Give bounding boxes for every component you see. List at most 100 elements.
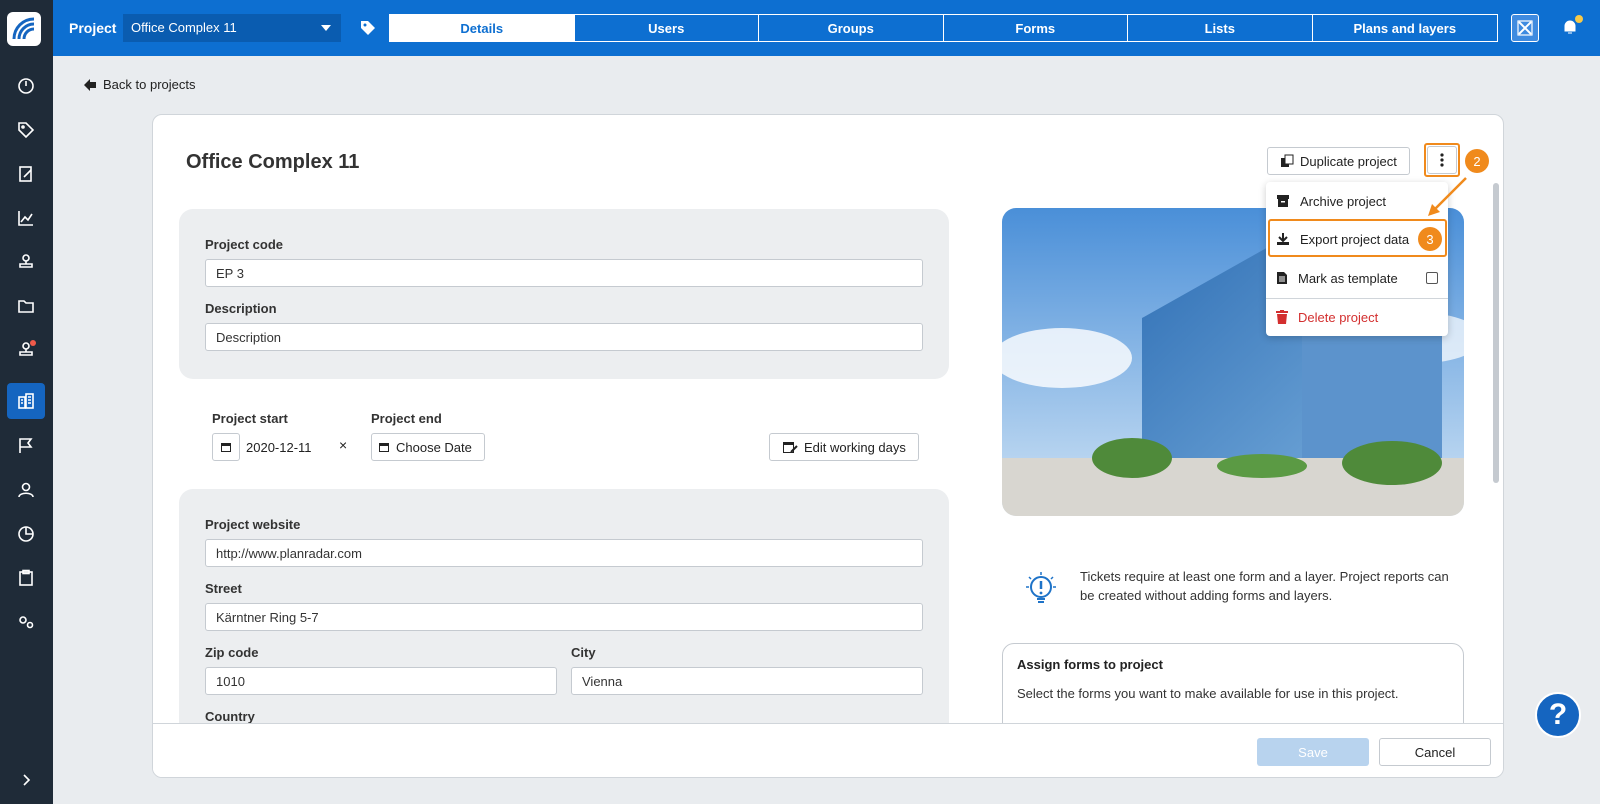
archive-project-label: Archive project	[1300, 193, 1386, 209]
back-to-projects-link[interactable]: Back to projects	[83, 77, 196, 92]
page-title: Office Complex 11	[186, 151, 360, 173]
flag-icon	[19, 438, 33, 453]
app-logo[interactable]	[7, 12, 41, 46]
country-label: Country	[205, 709, 255, 724]
duplicate-project-label: Duplicate project	[1300, 153, 1397, 169]
edit-working-days-label: Edit working days	[804, 439, 906, 455]
sidebar-item-projects[interactable]	[7, 383, 45, 419]
tab-users[interactable]: Users	[575, 15, 759, 41]
bell-notification-dot	[1575, 15, 1583, 23]
website-field[interactable]: http://www.planradar.com	[205, 539, 923, 567]
archive-icon	[1277, 195, 1289, 207]
sidebar-item-dashboard[interactable]	[7, 68, 45, 104]
edit-working-days-button[interactable]: Edit working days	[769, 433, 919, 461]
top-navigation-bar: Project Office Complex 11 Details Users …	[53, 0, 1600, 56]
calendar-edit-icon	[783, 442, 798, 453]
description-label: Description	[205, 301, 277, 316]
sidebar	[0, 0, 53, 804]
gauge-icon	[18, 78, 34, 94]
back-link-label: Back to projects	[103, 77, 196, 92]
step-3-badge: 3	[1418, 227, 1442, 251]
tab-plans-and-layers[interactable]: Plans and layers	[1313, 15, 1498, 41]
stamp-icon	[19, 254, 33, 268]
tag-icon	[18, 122, 35, 139]
buildings-icon	[18, 393, 34, 409]
save-button[interactable]: Save	[1257, 738, 1369, 766]
calendar-icon[interactable]	[212, 433, 240, 461]
sidebar-item-milestones[interactable]	[7, 428, 45, 464]
tab-forms[interactable]: Forms	[944, 15, 1128, 41]
project-select[interactable]: Office Complex 11	[123, 14, 341, 42]
form-footer: Save Cancel	[153, 723, 1503, 777]
tab-lists[interactable]: Lists	[1128, 15, 1313, 41]
sidebar-item-users[interactable]	[7, 472, 45, 508]
menu-item-delete-project[interactable]: Delete project	[1266, 298, 1448, 336]
assign-forms-title: Assign forms to project	[1017, 657, 1163, 672]
mark-as-template-checkbox[interactable]	[1426, 272, 1438, 284]
tools-button[interactable]	[1511, 14, 1539, 42]
project-start-value: 2020-12-11	[246, 439, 312, 455]
duplicate-project-button[interactable]: Duplicate project	[1267, 147, 1410, 175]
notification-dot	[30, 340, 36, 346]
pie-chart-icon	[18, 526, 34, 542]
tags-icon[interactable]	[359, 19, 377, 37]
delete-project-label: Delete project	[1298, 309, 1379, 325]
city-label: City	[571, 645, 596, 660]
sidebar-item-approvals-2[interactable]	[7, 332, 45, 368]
website-label: Project website	[205, 517, 301, 532]
sidebar-item-settings[interactable]	[7, 604, 45, 640]
project-start-field[interactable]: 2020-12-11	[212, 433, 332, 461]
planradar-logo-icon	[12, 17, 35, 40]
sidebar-expand-button[interactable]	[7, 762, 45, 798]
sidebar-item-statistics[interactable]	[7, 200, 45, 236]
project-start-label: Project start	[212, 411, 288, 426]
project-code-field[interactable]: EP 3	[205, 259, 923, 287]
chevron-right-icon	[23, 774, 31, 786]
forms-tip-text: Tickets require at least one form and a …	[1080, 569, 1449, 603]
cancel-button[interactable]: Cancel	[1379, 738, 1491, 766]
document-icon	[1277, 272, 1287, 284]
street-field[interactable]: Kärntner Ring 5-7	[205, 603, 923, 631]
chart-icon	[18, 211, 33, 226]
project-end-placeholder: Choose Date	[396, 439, 472, 455]
trash-icon	[1276, 310, 1288, 324]
user-icon	[18, 482, 34, 498]
sidebar-item-tickets[interactable]	[7, 112, 45, 148]
clipboard-icon	[19, 569, 33, 586]
lightbulb-icon	[1026, 572, 1056, 603]
help-button[interactable]: ?	[1535, 692, 1581, 738]
street-label: Street	[205, 581, 242, 596]
city-field[interactable]: Vienna	[571, 667, 923, 695]
assign-forms-description: Select the forms you want to make availa…	[1017, 686, 1399, 701]
project-code-label: Project code	[205, 237, 284, 252]
project-select-value: Office Complex 11	[131, 20, 237, 35]
description-field[interactable]: Description	[205, 323, 923, 351]
project-end-field[interactable]: Choose Date	[371, 433, 485, 461]
mark-as-template-label: Mark as template	[1298, 270, 1398, 286]
project-label: Project	[69, 20, 117, 36]
zip-label: Zip code	[205, 645, 259, 660]
sidebar-item-reports[interactable]	[7, 516, 45, 552]
calendar-icon	[379, 443, 389, 452]
tab-details[interactable]: Details	[390, 15, 575, 41]
project-end-label: Project end	[371, 411, 442, 426]
clear-start-date-icon[interactable]: ×	[339, 437, 347, 453]
copy-icon	[1281, 154, 1294, 167]
project-tabs: Details Users Groups Forms Lists Plans a…	[389, 14, 1498, 42]
sidebar-item-forms[interactable]	[7, 156, 45, 192]
folder-icon	[18, 300, 34, 313]
sidebar-item-approvals[interactable]	[7, 244, 45, 280]
annotation-arrow-icon	[1428, 177, 1467, 216]
code-description-panel	[179, 209, 949, 379]
menu-item-mark-as-template[interactable]: Mark as template	[1266, 259, 1448, 297]
sidebar-item-documents[interactable]	[7, 288, 45, 324]
caret-down-icon	[321, 25, 331, 31]
scrollbar[interactable]	[1493, 183, 1499, 483]
edit-document-icon	[19, 166, 32, 182]
zip-field[interactable]: 1010	[205, 667, 557, 695]
sidebar-item-tasks[interactable]	[7, 560, 45, 596]
tools-icon	[1517, 20, 1533, 36]
arrow-left-icon	[84, 78, 96, 91]
gears-icon	[19, 616, 34, 629]
tab-groups[interactable]: Groups	[759, 15, 944, 41]
